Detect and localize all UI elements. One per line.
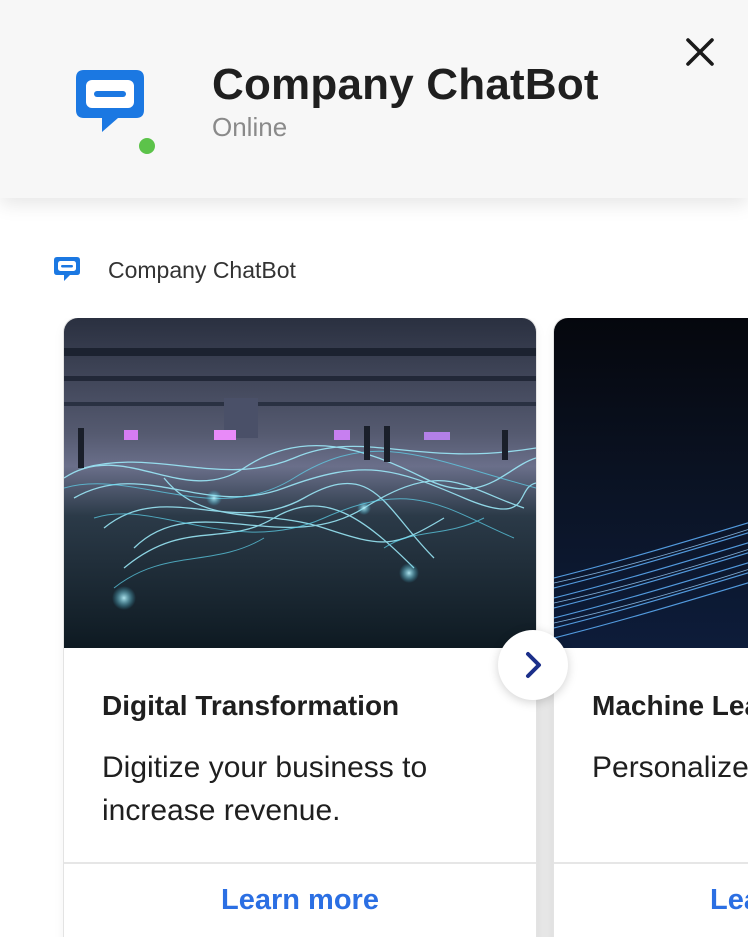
card-divider bbox=[64, 862, 536, 864]
card-title: Machine Lea bbox=[592, 690, 748, 721]
chat-bubble-icon bbox=[76, 70, 144, 132]
chevron-right-icon bbox=[526, 652, 541, 678]
chat-header: Company ChatBot Online bbox=[0, 0, 748, 198]
card-description: Personalize experience. bbox=[592, 751, 748, 784]
carousel-next-button[interactable] bbox=[498, 630, 568, 700]
chat-status: Online bbox=[212, 112, 288, 142]
learn-more-button[interactable]: Lea bbox=[710, 884, 748, 917]
online-status-dot bbox=[137, 136, 157, 156]
card-divider bbox=[554, 862, 748, 864]
card-image bbox=[554, 318, 748, 648]
carousel-card: Digital Transformation Digitize your bus… bbox=[64, 318, 536, 937]
close-icon[interactable] bbox=[680, 32, 720, 72]
card-image bbox=[64, 318, 536, 648]
chat-title: Company ChatBot bbox=[212, 60, 599, 109]
card-title: Digital Transformation bbox=[102, 690, 400, 721]
carousel-card: Machine Lea Personalize experience. Lea bbox=[554, 318, 748, 937]
card-carousel: Digital Transformation Digitize your bus… bbox=[0, 318, 748, 937]
learn-more-button[interactable]: Learn more bbox=[64, 884, 536, 917]
chat-bubble-icon bbox=[54, 257, 80, 281]
card-description: Digitize your business to increase reven… bbox=[102, 751, 428, 827]
sender-name: Company ChatBot bbox=[108, 257, 296, 283]
